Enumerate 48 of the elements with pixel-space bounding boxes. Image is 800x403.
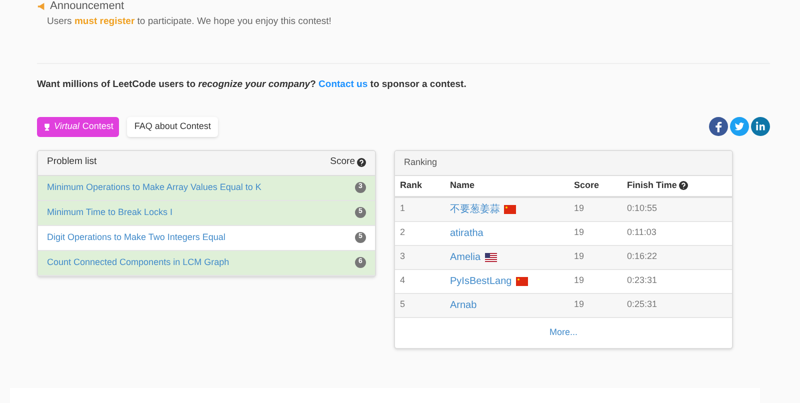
problem-link[interactable]: Minimum Operations to Make Array Values Equal to K bbox=[47, 180, 262, 194]
column-header: Finish Time bbox=[627, 178, 677, 192]
rank-cell: 4 bbox=[400, 275, 406, 286]
linkedin-icon[interactable] bbox=[751, 117, 770, 136]
help-icon bbox=[678, 181, 688, 190]
faq-button[interactable]: FAQ about Contest bbox=[127, 116, 218, 136]
sponsor-text: Want millions of LeetCode users to recognize your company? Contact us to sponsor a contest. bbox=[37, 78, 468, 92]
score-cell: 19 bbox=[574, 299, 584, 310]
score-cell: 19 bbox=[574, 203, 584, 214]
score-cell: 19 bbox=[574, 251, 584, 262]
finish-time-cell: 0:10:55 bbox=[627, 203, 658, 214]
announcement-title: Announcement bbox=[50, 1, 124, 12]
column-header: Rank bbox=[400, 178, 422, 192]
problem-link[interactable]: Count Connected Components in LCM Graph bbox=[47, 256, 230, 270]
finish-time-cell: 0:23:31 bbox=[627, 275, 658, 286]
finish-time-cell: 0:25:31 bbox=[627, 299, 658, 310]
score-cell: 19 bbox=[574, 275, 584, 286]
more-link[interactable]: More... bbox=[549, 326, 578, 340]
flag-icon bbox=[516, 276, 528, 286]
user-link[interactable]: 不要葱姜蒜 bbox=[450, 202, 500, 216]
score-cell: 19 bbox=[574, 227, 584, 238]
column-header: Score bbox=[574, 178, 600, 192]
rank-cell: 3 bbox=[400, 251, 406, 262]
facebook-icon[interactable] bbox=[709, 117, 728, 136]
column-header: Score bbox=[330, 155, 355, 170]
rank-cell: 5 bbox=[400, 299, 406, 310]
flag-icon bbox=[504, 204, 516, 214]
help-icon bbox=[357, 158, 366, 167]
rank-cell: 1 bbox=[400, 203, 406, 214]
panel-title: Problem list bbox=[47, 155, 97, 170]
panel-title: Ranking bbox=[404, 156, 438, 169]
rank-cell: 2 bbox=[400, 227, 406, 238]
megaphone-icon bbox=[37, 2, 46, 11]
user-link[interactable]: Arnab bbox=[450, 298, 477, 312]
twitter-icon[interactable] bbox=[730, 117, 749, 136]
announcement-text: Users must register to participate. We hope you enjoy this contest! bbox=[47, 15, 332, 29]
finish-time-cell: 0:16:22 bbox=[627, 251, 658, 262]
problem-link[interactable]: Minimum Time to Break Locks I bbox=[47, 206, 173, 220]
user-link[interactable]: PyIsBestLang bbox=[450, 274, 512, 288]
flag-icon bbox=[484, 252, 497, 262]
user-link[interactable]: atiratha bbox=[450, 226, 484, 240]
problem-link[interactable]: Digit Operations to Make Two Integers Equal bbox=[47, 230, 226, 244]
contact-us-link[interactable]: Contact us bbox=[318, 79, 368, 90]
trophy-icon bbox=[43, 122, 51, 130]
user-link[interactable]: Amelia bbox=[450, 250, 481, 264]
finish-time-cell: 0:11:03 bbox=[627, 227, 656, 238]
column-header: Name bbox=[450, 178, 475, 192]
virtual-contest-button[interactable]: Virtual Contest bbox=[37, 116, 120, 136]
